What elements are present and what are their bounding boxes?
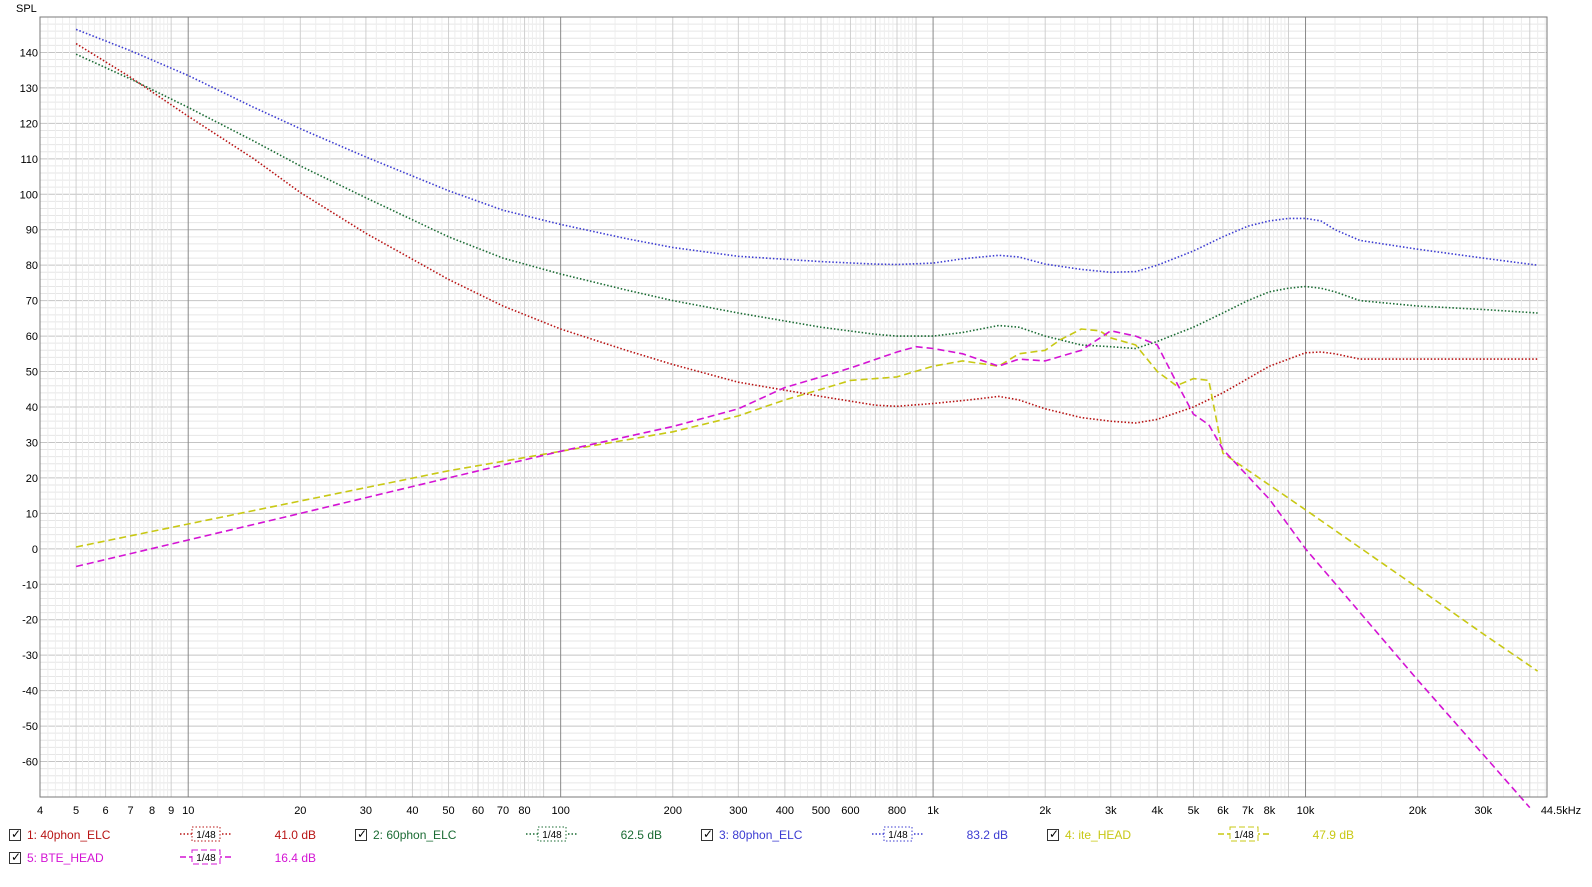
smoothing-label: 1/48 [542, 830, 562, 841]
series-line-5 [75, 330, 1531, 809]
legend-entry-1: 1: 40phon_ELC 1/48 41.0 dB [6, 825, 346, 848]
smoothing-label: 1/48 [1234, 830, 1254, 841]
y-tick-label: -20 [22, 615, 38, 627]
legend-value: 47.9 dB [1312, 828, 1354, 842]
legend-entry-5: 5: BTE_HEAD 1/48 16.4 dB [6, 848, 346, 871]
x-tick-label: 200 [664, 805, 682, 817]
x-tick-label: 10 [182, 805, 194, 817]
x-tick-label: 6k [1217, 805, 1229, 817]
x-tick-label: 50 [442, 805, 454, 817]
checkbox-icon[interactable] [355, 827, 367, 841]
x-tick-label: 4k [1152, 805, 1164, 817]
x-tick-label: 7 [127, 805, 133, 817]
x-tick-label: 8 [149, 805, 155, 817]
x-tick-label: 5k [1188, 805, 1200, 817]
x-tick-label: 80 [518, 805, 530, 817]
y-tick-label: 120 [20, 118, 38, 130]
x-tick-label: 800 [888, 805, 906, 817]
series-line-1 [75, 42, 1538, 424]
checkbox-icon[interactable] [9, 827, 21, 841]
legend-value: 16.4 dB [274, 851, 316, 865]
x-tick-label: 500 [812, 805, 830, 817]
x-tick-label: 600 [841, 805, 859, 817]
y-tick-label: 90 [26, 225, 38, 237]
x-tick-label: 60 [472, 805, 484, 817]
y-tick-label: 20 [26, 473, 38, 485]
y-tick-label: 0 [32, 544, 38, 556]
x-tick-label: 3k [1105, 805, 1117, 817]
x-tick-label: 20 [294, 805, 306, 817]
checkbox-icon[interactable] [1047, 827, 1059, 841]
smoothing-selector[interactable]: 1/48 [524, 825, 580, 843]
x-tick-label: 30k [1474, 805, 1492, 817]
legend-entry-2: 2: 60phon_ELC 1/48 62.5 dB [352, 825, 692, 848]
y-tick-label: 40 [26, 402, 38, 414]
x-tick-label: 40 [406, 805, 418, 817]
y-tick-label: 100 [20, 189, 38, 201]
legend-entry-4: 4: ite_HEAD 1/48 47.9 dB [1044, 825, 1384, 848]
smoothing-selector[interactable]: 1/48 [870, 825, 926, 843]
legend-value: 62.5 dB [620, 828, 662, 842]
y-tick-label: -10 [22, 579, 38, 591]
legend-value: 41.0 dB [274, 828, 316, 842]
x-tick-label: 70 [497, 805, 509, 817]
legend-series-name: 1: 40phon_ELC [27, 828, 111, 842]
x-tick-label: 9 [168, 805, 174, 817]
x-tick-label: 8k [1264, 805, 1276, 817]
smoothing-label: 1/48 [196, 853, 216, 864]
x-tick-label: 30 [360, 805, 372, 817]
x-tick-label: 6 [103, 805, 109, 817]
checkbox-icon[interactable] [9, 850, 21, 864]
smoothing-label: 1/48 [888, 830, 908, 841]
y-tick-label: 80 [26, 260, 38, 272]
x-tick-label: 44.5kHz [1541, 805, 1581, 817]
y-tick-label: 50 [26, 367, 38, 379]
smoothing-selector[interactable]: 1/48 [178, 825, 234, 843]
frequency-response-chart: SPL 1401301201101009080706050403020100-1… [16, 3, 1581, 817]
grid [39, 16, 1547, 798]
legend-entry-3: 3: 80phon_ELC 1/48 83.2 dB [698, 825, 1038, 848]
legend-value: 83.2 dB [966, 828, 1008, 842]
x-tick-label: 2k [1039, 805, 1051, 817]
legend-series-name: 2: 60phon_ELC [373, 828, 457, 842]
x-tick-label: 400 [776, 805, 794, 817]
checkbox-icon[interactable] [701, 827, 713, 841]
x-tick-label: 4 [37, 805, 43, 817]
y-tick-label: -40 [22, 686, 38, 698]
x-tick-label: 1k [927, 805, 939, 817]
y-tick-label: 30 [26, 437, 38, 449]
x-tick-label: 7k [1242, 805, 1254, 817]
legend-series-name: 4: ite_HEAD [1065, 828, 1132, 842]
y-tick-label: 110 [20, 154, 38, 166]
legend: 1: 40phon_ELC 1/48 41.0 dB 2: 60phon_ELC 1/4… [0, 822, 1592, 882]
series-line-3 [75, 28, 1538, 274]
y-tick-label: -30 [22, 650, 38, 662]
x-tick-label: 5 [73, 805, 79, 817]
y-tick-label: -50 [22, 721, 38, 733]
x-tick-label: 100 [551, 805, 569, 817]
legend-series-name: 3: 80phon_ELC [719, 828, 803, 842]
y-axis-label: SPL [16, 3, 37, 15]
x-tick-label: 10k [1297, 805, 1315, 817]
y-tick-label: 60 [26, 331, 38, 343]
smoothing-label: 1/48 [196, 830, 216, 841]
y-tick-label: 10 [26, 508, 38, 520]
y-tick-label: -60 [22, 757, 38, 769]
y-tick-label: 140 [20, 47, 38, 59]
legend-series-name: 5: BTE_HEAD [27, 851, 104, 865]
smoothing-selector[interactable]: 1/48 [178, 848, 234, 866]
x-tick-label: 20k [1409, 805, 1427, 817]
x-tick-label: 300 [729, 805, 747, 817]
y-tick-label: 70 [26, 296, 38, 308]
smoothing-selector[interactable]: 1/48 [1216, 825, 1272, 843]
y-tick-label: 130 [20, 83, 38, 95]
